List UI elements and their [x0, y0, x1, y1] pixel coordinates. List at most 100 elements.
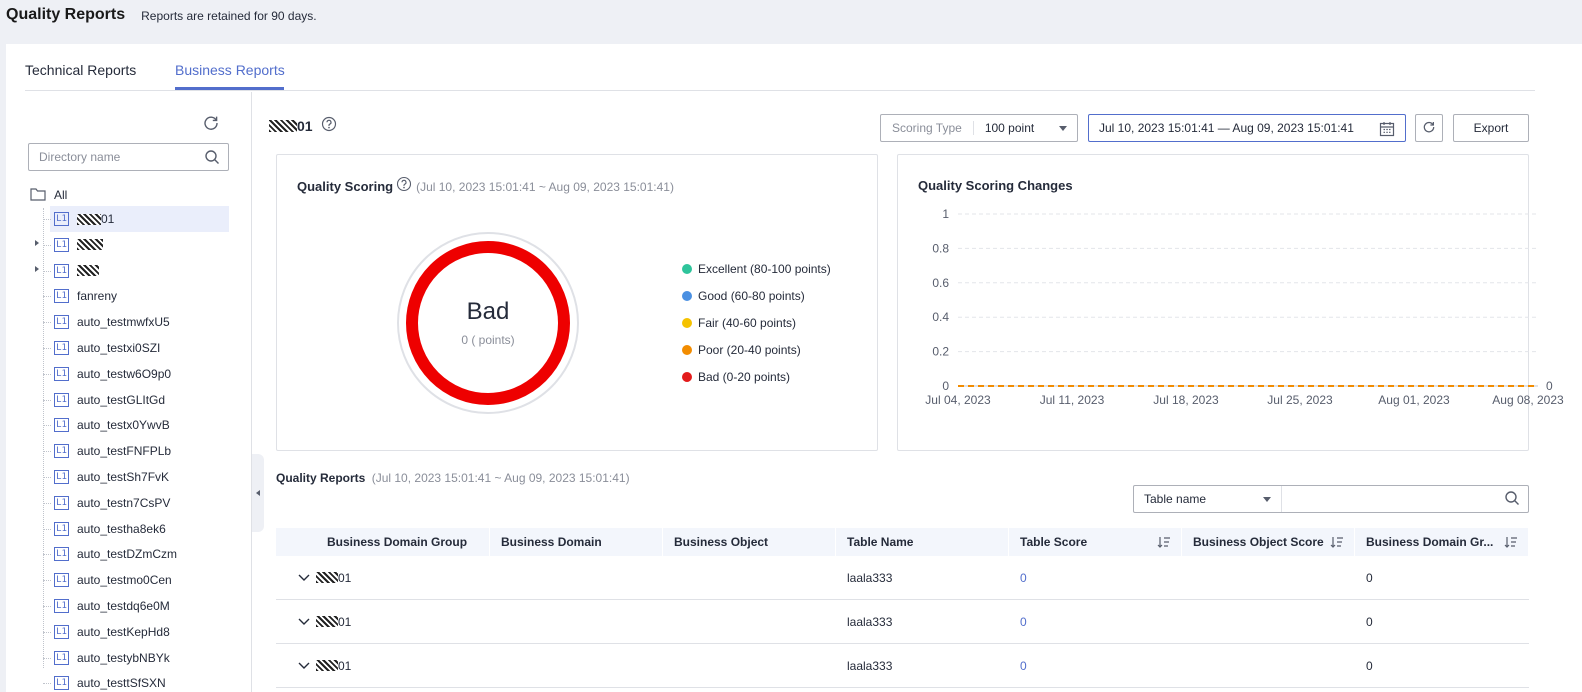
legend-item: Fair (40-60 points) — [682, 309, 831, 336]
level-badge-icon: L1 — [54, 366, 69, 381]
column-header[interactable]: Business Object Score — [1182, 528, 1355, 556]
sort-icon[interactable] — [1504, 535, 1518, 552]
level-badge-icon: L1 — [54, 470, 69, 484]
sort-icon[interactable] — [1157, 535, 1171, 552]
sort-icon[interactable] — [1330, 535, 1344, 552]
sidebar-tree-item[interactable]: L1 auto_testdq6e0M — [43, 593, 229, 619]
masked-text — [77, 265, 99, 277]
table-row[interactable]: 01 laala333 0 0 — [276, 600, 1529, 644]
directory-title-suffix: 01 — [297, 117, 313, 134]
masked-text — [77, 213, 101, 225]
column-header: Table Name — [836, 528, 1009, 556]
tab-business-reports[interactable]: Business Reports — [175, 62, 285, 78]
sidebar-tree-item[interactable]: L1 auto_testmwfxU5 — [43, 309, 229, 335]
chevron-right-icon[interactable] — [35, 265, 39, 272]
table-filter-input[interactable] — [1282, 486, 1504, 512]
tree-root-label: All — [54, 188, 68, 202]
chevron-down-icon[interactable] — [298, 572, 310, 586]
collapse-sidebar-button[interactable] — [252, 454, 264, 532]
cell-table-score[interactable]: 0 — [1020, 571, 1027, 585]
date-range-picker[interactable]: Jul 10, 2023 15:01:41 — Aug 09, 2023 15:… — [1088, 114, 1406, 142]
table-row[interactable]: 01 laala333 0 0 — [276, 556, 1529, 600]
sidebar-tree-item[interactable]: L1 auto_testFNFPLb — [43, 438, 229, 464]
tree-connector — [43, 348, 51, 349]
cell-domain-group-score: 0 — [1366, 658, 1373, 673]
score-value: 0 ( points) — [461, 333, 514, 347]
sidebar-tree-item-label — [77, 265, 99, 277]
legend-dot-icon — [682, 344, 692, 355]
export-button[interactable]: Export — [1453, 114, 1529, 142]
sidebar-tree-item-label: auto_testdq6e0M — [77, 599, 170, 613]
sidebar-tree-item-label: auto_testKepHd8 — [77, 624, 170, 639]
table-filter: Table name — [1133, 485, 1529, 513]
sidebar-tree-item[interactable]: L1 auto_testmo0Cen — [43, 567, 229, 593]
sidebar-tree-item[interactable]: L1 auto_testDZmCzm — [43, 541, 229, 567]
tree-connector — [43, 425, 51, 427]
column-header[interactable]: Business Domain Gr... — [1355, 528, 1529, 556]
chart-title: Quality Scoring Changes — [918, 178, 1073, 193]
legend-item: Excellent (80-100 points) — [682, 255, 831, 282]
tree-connector — [43, 606, 51, 607]
series-end-label: 0 — [1546, 379, 1553, 393]
refresh-report-button[interactable] — [1415, 114, 1443, 142]
level-badge-icon: L1 — [54, 212, 69, 226]
masked-text — [316, 572, 338, 583]
sidebar-tree-item[interactable]: L1 01 — [43, 206, 229, 232]
sidebar-tree-item[interactable]: L1 auto_testx0YwvB — [43, 412, 229, 438]
tree-root-all[interactable]: All — [30, 185, 67, 205]
legend-dot-icon — [682, 263, 692, 274]
column-header[interactable]: Table Score — [1009, 528, 1182, 556]
tree-connector — [43, 477, 51, 478]
tab-technical-reports[interactable]: Technical Reports — [25, 62, 136, 78]
quality-reports-range: (Jul 10, 2023 15:01:41 ~ Aug 09, 2023 15… — [371, 471, 630, 485]
sidebar-tree-item[interactable]: L1 — [35, 232, 229, 258]
sidebar-tree-item[interactable]: L1 auto_testybNBYk — [43, 645, 229, 671]
sidebar-tree-item-label: auto_testxi0SZI — [77, 341, 161, 355]
cell-domain-group-score: 0 — [1366, 614, 1373, 629]
masked-text — [316, 660, 338, 671]
masked-text — [77, 239, 103, 251]
sidebar-tree-item[interactable]: L1 — [35, 258, 229, 284]
sidebar-tree-item[interactable]: L1 auto_testn7CsPV — [43, 490, 229, 516]
sidebar-tree-item-label: auto_testSh7FvK — [77, 470, 170, 484]
sidebar-tree-item-label: 01 — [77, 212, 114, 226]
table-header: Business Domain Group Business Domain Busi… — [276, 528, 1529, 556]
level-badge-icon: L1 — [54, 289, 69, 304]
legend-label: Fair (40-60 points) — [698, 315, 797, 330]
search-icon[interactable] — [204, 149, 220, 168]
page-title: Quality Reports — [6, 6, 126, 23]
chevron-right-icon[interactable] — [35, 239, 39, 246]
sidebar-tree-item[interactable]: L1 auto_testha8ek6 — [43, 516, 229, 542]
tree-guide-line — [43, 208, 44, 668]
masked-text — [269, 119, 297, 132]
chevron-down-icon[interactable] — [298, 660, 310, 674]
level-badge-icon: L1 — [54, 573, 69, 588]
quality-reports-title: Quality Reports — [276, 471, 366, 485]
scoring-type-select[interactable]: Scoring Type 100 point — [880, 114, 1078, 142]
filter-field-select[interactable]: Table name — [1134, 486, 1282, 512]
legend-item: Good (60-80 points) — [682, 282, 831, 309]
cell-table-score[interactable]: 0 — [1020, 659, 1027, 673]
score-grade: Bad — [467, 298, 510, 325]
directory-search-input[interactable] — [29, 144, 197, 170]
legend-dot-icon — [682, 317, 692, 328]
sidebar-tree-item[interactable]: L1 auto_testtSfSXN — [43, 670, 229, 692]
chevron-down-icon[interactable] — [298, 616, 310, 630]
cell-table-name: laala333 — [847, 658, 893, 673]
x-tick-label: Aug 08, 2023 — [1492, 393, 1564, 407]
sidebar-tree-item[interactable]: L1 auto_testGLItGd — [43, 387, 229, 413]
sidebar-tree-item[interactable]: L1 auto_testKepHd8 — [43, 619, 229, 645]
cell-table-score[interactable]: 0 — [1020, 615, 1027, 629]
tree-connector — [43, 683, 51, 685]
help-icon[interactable] — [396, 176, 412, 195]
search-icon[interactable] — [1504, 490, 1520, 509]
table-row[interactable]: 01 laala333 0 0 — [276, 644, 1529, 688]
sidebar-tree-item[interactable]: L1 fanreny — [43, 283, 229, 309]
sidebar-tree-item[interactable]: L1 auto_testSh7FvK — [43, 464, 229, 490]
directory-refresh-icon[interactable] — [202, 114, 220, 132]
sidebar-tree-item-label: auto_testmwfxU5 — [77, 315, 170, 330]
sidebar-tree-item[interactable]: L1 auto_testxi0SZI — [43, 335, 229, 361]
level-badge-icon: L1 — [54, 676, 69, 691]
help-icon[interactable] — [321, 116, 337, 135]
sidebar-tree-item[interactable]: L1 auto_testw6O9p0 — [43, 361, 229, 387]
